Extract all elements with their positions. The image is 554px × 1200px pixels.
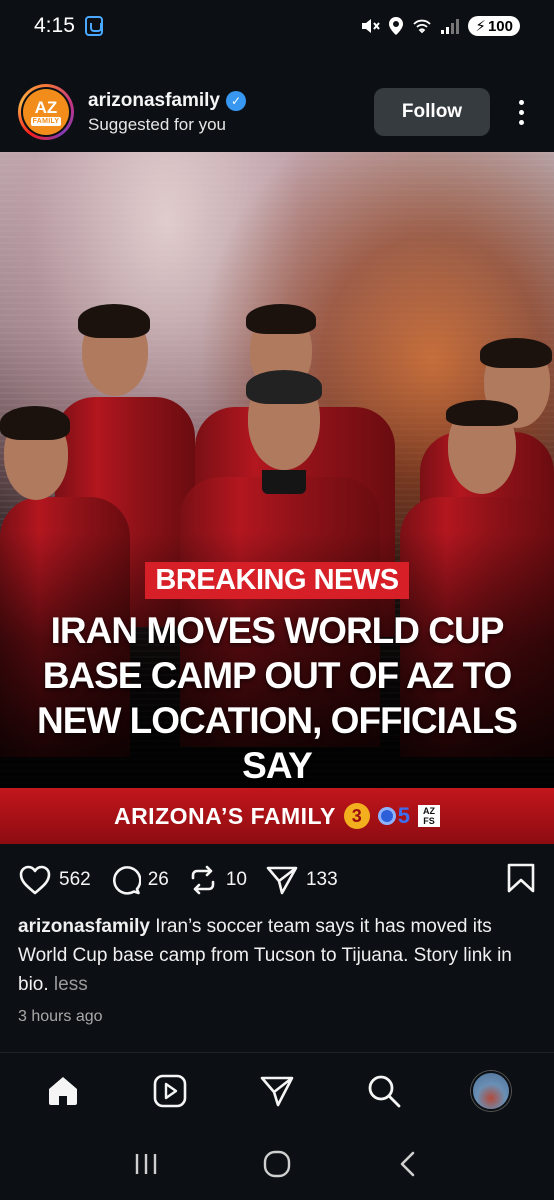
news-headline: IRAN MOVES WORLD CUP BASE CAMP OUT OF AZ… — [37, 610, 518, 786]
status-left: 4:15 — [34, 14, 103, 38]
mute-icon — [362, 19, 381, 33]
azfs-logo: AZ FS — [418, 805, 441, 827]
share-send-icon[interactable] — [265, 864, 299, 896]
notification-app-icon — [84, 16, 103, 36]
home-circle-icon[interactable] — [263, 1150, 291, 1178]
cbs-eye-icon — [377, 807, 396, 825]
reels-icon[interactable] — [152, 1073, 188, 1109]
repost-count: 10 — [225, 869, 247, 890]
signal-icon — [441, 19, 460, 34]
share-action[interactable]: 133 — [265, 864, 338, 896]
more-options-icon[interactable] — [506, 92, 536, 132]
follow-button[interactable]: Follow — [374, 88, 490, 136]
nav-home[interactable] — [38, 1066, 88, 1116]
avatar-logo-family: FAMILY — [30, 116, 62, 126]
brand-bar: ARIZONA’S FAMILY 3 5 AZ FS — [0, 788, 554, 844]
caption-less-link[interactable]: less — [54, 974, 88, 995]
back-icon[interactable] — [398, 1151, 418, 1177]
post-header: AZ FAMILY arizonasfamily ✓ Suggested for… — [0, 80, 554, 144]
search-icon[interactable] — [366, 1073, 402, 1109]
heart-icon[interactable] — [18, 864, 52, 896]
like-action[interactable]: 562 — [18, 864, 91, 896]
status-right: ⚡ 100 — [360, 16, 520, 36]
channel-3-logo: 3 — [343, 803, 370, 829]
battery-bolt-icon: ⚡ — [475, 18, 486, 35]
account-info: arizonasfamily ✓ Suggested for you — [88, 90, 374, 135]
breaking-news-badge: BREAKING NEWS — [145, 562, 409, 599]
post-timestamp: 3 hours ago — [18, 1008, 103, 1025]
post-image[interactable]: BREAKING NEWS IRAN MOVES WORLD CUP BASE … — [0, 152, 554, 844]
avatar-logo: AZ FAMILY — [23, 89, 69, 135]
post-actions: 562 26 10 133 — [0, 860, 554, 900]
post-caption: arizonasfamily Iran’s soccer team says i… — [18, 912, 536, 999]
avatar-logo-az: AZ — [34, 97, 58, 117]
repost-icon[interactable] — [187, 864, 219, 896]
battery-indicator: ⚡ 100 — [468, 16, 520, 36]
bottom-navigation — [0, 1052, 554, 1128]
nav-search[interactable] — [359, 1066, 409, 1116]
account-name-row: arizonasfamily ✓ — [88, 90, 374, 112]
channel-5-number: 5 — [397, 803, 411, 828]
comment-count: 26 — [147, 869, 169, 890]
brand-name: ARIZONA’S FAMILY — [113, 802, 336, 829]
wifi-icon — [413, 19, 432, 34]
system-back-button[interactable] — [386, 1142, 430, 1186]
recent-apps-button[interactable] — [124, 1142, 168, 1186]
status-time: 4:15 — [34, 14, 75, 37]
nav-reels[interactable] — [145, 1066, 195, 1116]
battery-level: 100 — [487, 17, 513, 35]
account-avatar[interactable]: AZ FAMILY — [18, 84, 74, 140]
location-icon — [389, 17, 404, 35]
verified-badge-icon: ✓ — [226, 90, 246, 111]
suggested-label: Suggested for you — [88, 114, 226, 134]
home-icon[interactable] — [45, 1073, 81, 1109]
recent-apps-icon[interactable] — [133, 1152, 159, 1176]
comment-action[interactable]: 26 — [109, 864, 169, 896]
send-icon[interactable] — [259, 1073, 295, 1109]
nav-profile[interactable] — [466, 1066, 516, 1116]
nav-messages[interactable] — [252, 1066, 302, 1116]
save-bookmark-icon[interactable] — [506, 862, 536, 899]
repost-action[interactable]: 10 — [187, 864, 247, 896]
share-count: 133 — [305, 869, 338, 890]
system-home-button[interactable] — [255, 1142, 299, 1186]
azfs-logo-bottom: FS — [423, 816, 435, 826]
caption-username[interactable]: arizonasfamily — [18, 916, 150, 937]
azfs-logo-top: AZ — [423, 806, 436, 816]
breaking-news-wrap: BREAKING NEWS — [0, 562, 554, 599]
channel-5-logo: 5 — [377, 803, 411, 829]
account-username[interactable]: arizonasfamily — [88, 90, 220, 112]
like-count: 562 — [59, 869, 91, 890]
system-navigation — [0, 1128, 554, 1200]
comment-icon[interactable] — [109, 864, 141, 896]
status-bar: 4:15 ⚡ 100 — [0, 0, 554, 52]
profile-avatar[interactable] — [470, 1070, 511, 1111]
avatar-inner: AZ FAMILY — [21, 87, 71, 137]
